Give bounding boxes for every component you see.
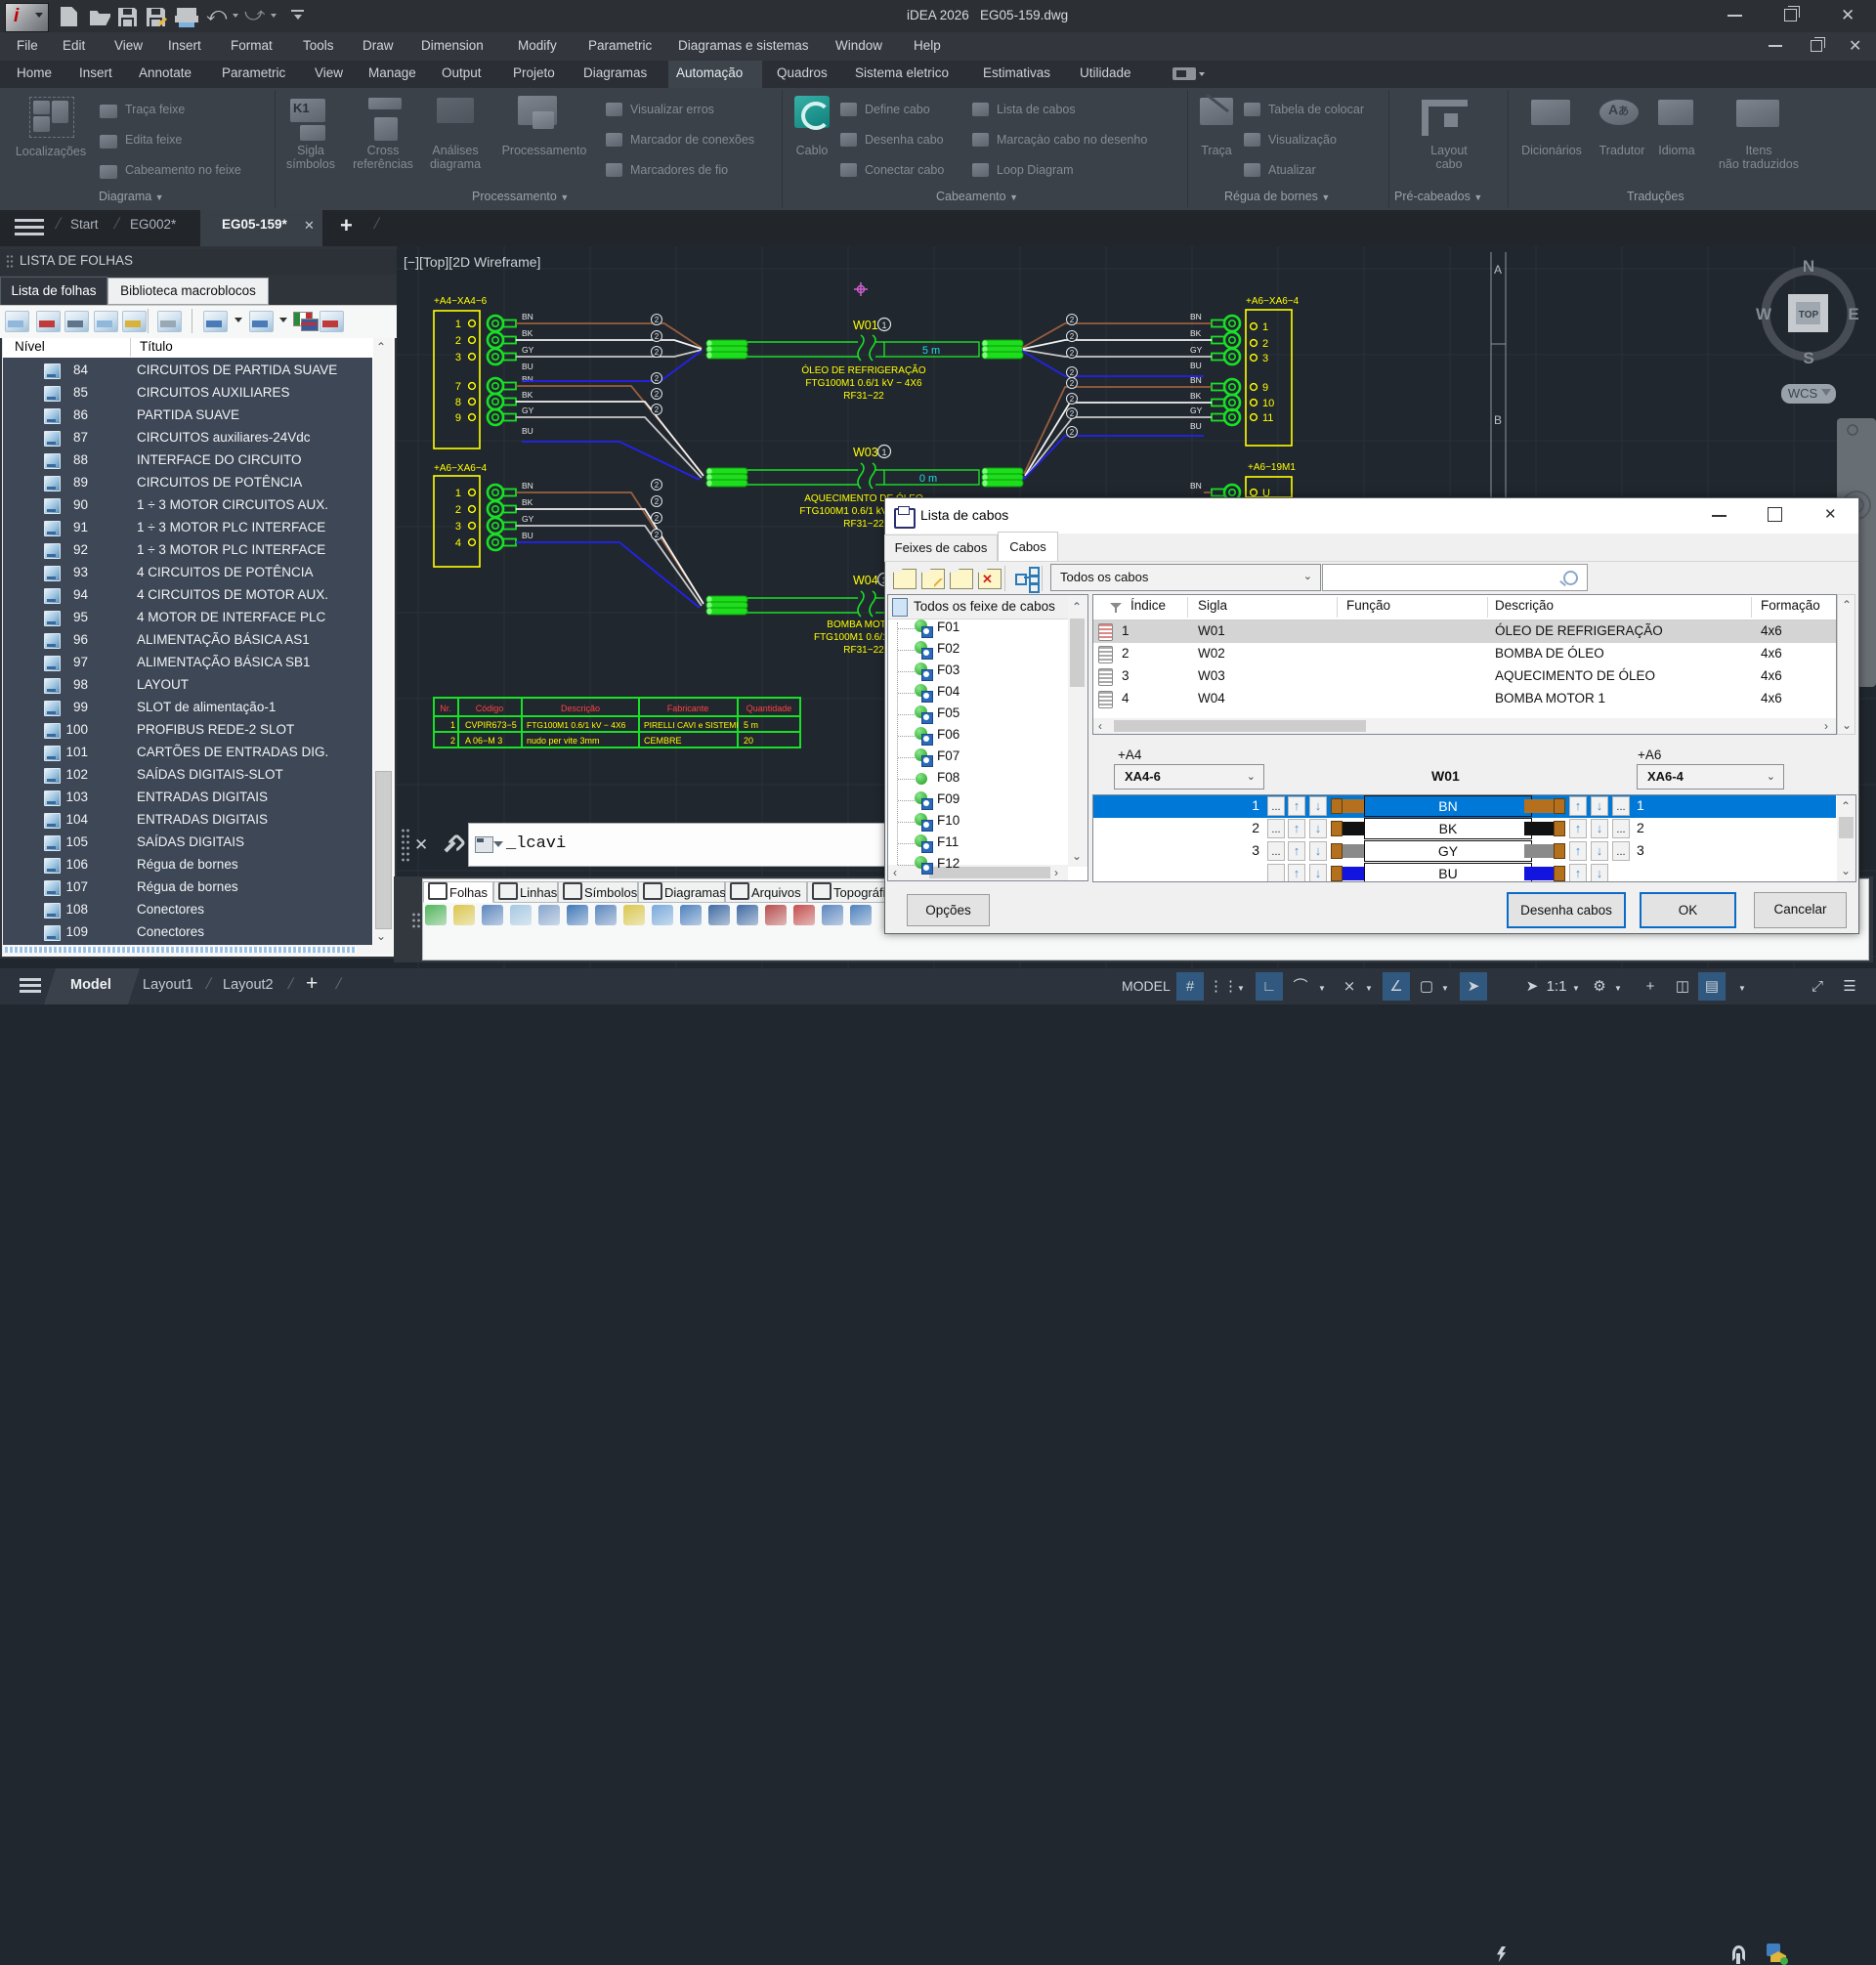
svg-text:W01: W01 [853,319,878,332]
svg-text:BU: BU [1190,421,1202,431]
svg-text:N: N [1803,257,1814,276]
svg-text:GY: GY [522,345,534,355]
svg-text:2: 2 [655,531,660,539]
svg-text:20: 20 [744,736,753,746]
svg-text:GY: GY [522,406,534,415]
svg-text:2: 2 [655,390,660,399]
svg-text:FTG100M1 0.6/1 kV − 4X6: FTG100M1 0.6/1 kV − 4X6 [527,720,626,730]
svg-text:+A4−XA4−6: +A4−XA4−6 [434,296,488,307]
svg-text:GY: GY [1190,406,1203,415]
svg-text:B: B [1494,413,1502,427]
svg-text:E: E [1848,305,1858,323]
svg-text:2: 2 [655,481,660,490]
svg-text:2: 2 [455,504,461,516]
svg-text:FTG100M1 0.6/1 kV − 4X6: FTG100M1 0.6/1 kV − 4X6 [805,378,922,389]
svg-text:2: 2 [1070,349,1075,358]
svg-text:2: 2 [1070,332,1075,341]
svg-text:1: 1 [881,448,886,457]
svg-text:A 06−M 3: A 06−M 3 [465,736,502,746]
svg-text:Nr.: Nr. [440,704,451,713]
svg-text:CVPIR673−5: CVPIR673−5 [465,720,517,730]
svg-text:2: 2 [655,374,660,383]
svg-text:RF31−22: RF31−22 [843,391,884,402]
svg-text:BN: BN [1190,312,1202,321]
svg-text:BN: BN [522,312,533,321]
svg-text:WCS: WCS [1788,386,1818,401]
svg-text:2: 2 [1070,395,1075,404]
svg-text:A: A [1494,263,1502,277]
svg-text:BN: BN [522,481,533,491]
svg-text:W03: W03 [853,446,878,459]
svg-text:BK: BK [522,328,533,338]
svg-text:3: 3 [1262,353,1268,364]
svg-text:+A6−19M1: +A6−19M1 [1248,462,1296,473]
svg-text:1: 1 [455,319,461,330]
svg-text:2: 2 [655,497,660,506]
svg-text:BN: BN [522,374,533,384]
svg-text:ÓLEO DE REFRIGERAÇÃO: ÓLEO DE REFRIGERAÇÃO [801,363,925,376]
svg-text:3: 3 [455,521,461,533]
svg-text:1: 1 [455,488,461,499]
svg-text:2: 2 [1070,428,1075,437]
svg-text:[−][Top][2D Wireframe]: [−][Top][2D Wireframe] [404,254,540,270]
svg-text:9: 9 [455,412,461,424]
svg-text:BK: BK [1190,328,1202,338]
svg-text:1: 1 [1262,321,1268,333]
svg-text:GY: GY [1190,345,1203,355]
svg-text:BK: BK [1190,391,1202,401]
svg-text:8: 8 [455,397,461,408]
svg-text:BU: BU [522,426,533,436]
svg-text:4: 4 [455,537,461,549]
svg-text:2: 2 [455,335,461,347]
svg-text:S: S [1803,349,1813,367]
svg-text:+A6−XA6−4: +A6−XA6−4 [434,463,488,474]
svg-text:2: 2 [655,332,660,341]
svg-text:nudo per vite 3mm: nudo per vite 3mm [527,736,600,746]
svg-text:11: 11 [1262,412,1273,424]
svg-text:5 m: 5 m [744,720,758,730]
svg-text:2: 2 [655,514,660,523]
svg-text:BK: BK [522,390,533,400]
svg-text:10: 10 [1262,398,1274,409]
svg-text:+A6−XA6−4: +A6−XA6−4 [1246,296,1300,307]
svg-text:2: 2 [1070,379,1075,388]
svg-text:Descrição: Descrição [561,704,600,713]
svg-text:5 m: 5 m [922,345,940,357]
svg-text:BU: BU [522,362,533,371]
svg-text:1: 1 [450,720,455,730]
svg-text:2: 2 [1262,338,1268,350]
svg-text:2: 2 [450,736,455,746]
svg-text:W04: W04 [853,574,878,587]
svg-text:7: 7 [455,381,461,393]
svg-text:Quantidade: Quantidade [746,704,792,713]
svg-text:2: 2 [655,348,660,357]
svg-text:2: 2 [655,406,660,414]
svg-text:1: 1 [881,320,886,330]
svg-text:BK: BK [522,497,533,507]
svg-text:GY: GY [522,514,534,524]
svg-text:2: 2 [1070,368,1075,377]
svg-text:9: 9 [1262,382,1268,394]
svg-text:RF31−22: RF31−22 [843,519,884,530]
svg-text:TOP: TOP [1799,310,1819,320]
svg-text:CEMBRE: CEMBRE [644,736,682,746]
svg-text:2: 2 [1070,409,1075,418]
svg-text:BN: BN [1190,481,1202,491]
svg-text:Código: Código [476,704,504,713]
svg-text:BU: BU [522,531,533,540]
svg-text:RF31−22: RF31−22 [843,645,884,656]
svg-text:2: 2 [655,316,660,324]
svg-text:Fabricante: Fabricante [667,704,709,713]
svg-text:0 m: 0 m [919,473,937,485]
svg-text:BU: BU [1190,361,1202,370]
svg-text:2: 2 [1070,316,1075,324]
svg-text:PIRELLI CAVI e SISTEMI: PIRELLI CAVI e SISTEMI [644,720,739,730]
svg-text:3: 3 [455,352,461,363]
svg-text:W: W [1756,305,1772,323]
